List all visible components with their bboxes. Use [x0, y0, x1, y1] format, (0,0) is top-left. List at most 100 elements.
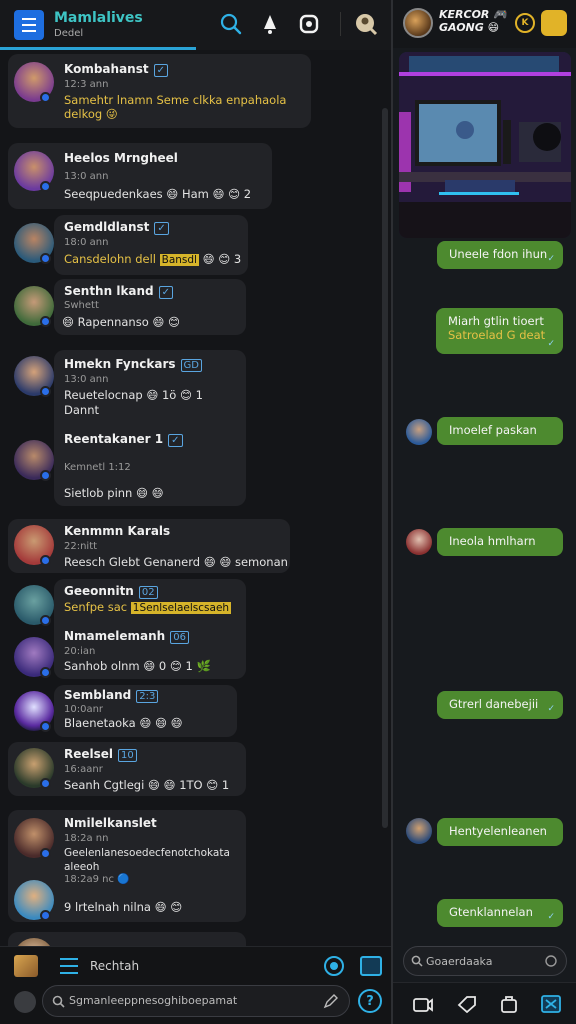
- chat-name: Heelos Mrngheel: [64, 151, 178, 165]
- chat-preview: Samehtr lnamn Seme clkka enpahaola: [64, 93, 287, 107]
- bottom-toolbar: [393, 982, 576, 1024]
- chat-preview: Blaenetaoka 😄 😄 😄: [64, 716, 183, 730]
- refresh-icon[interactable]: [544, 954, 558, 968]
- chat-name: Nmamelemanh 06: [64, 629, 189, 644]
- conversation-search-input[interactable]: Goaerdaaka: [403, 946, 567, 976]
- chat-name: Kenmmn Karals: [64, 524, 171, 538]
- chat-time: 22:nitt: [64, 541, 98, 552]
- divider: [340, 12, 341, 36]
- message-bubble-outgoing[interactable]: Gtrerl danebejii ✓: [437, 691, 563, 719]
- chat-name: Senthn lkand ✓: [64, 284, 174, 299]
- read-tick-icon: ✓: [547, 912, 555, 922]
- verified-badge-icon: [40, 181, 51, 192]
- chat-name: Gemdldlanst ✓: [64, 220, 169, 235]
- conversation-header: KERCOR 🎮 GAONG 😄 K: [393, 0, 576, 48]
- chat-preview: Senfpe sac 1Senlselaelscsaeh: [64, 600, 232, 614]
- menu-icon[interactable]: [14, 10, 44, 40]
- bag-icon[interactable]: [499, 995, 519, 1013]
- chat-time: 18:2a9 nc 🔵: [64, 874, 130, 885]
- chat-time: 18:0 ann: [64, 237, 109, 248]
- chat-preview: delkog 😜: [64, 107, 118, 121]
- pen-icon[interactable]: [323, 993, 339, 1009]
- chat-time: 13:0 ann: [64, 374, 109, 385]
- message-input[interactable]: Sgmanleeppnesoghiboepamat: [42, 985, 350, 1017]
- verified-badge-icon: [40, 92, 51, 103]
- settings-icon[interactable]: [541, 10, 567, 36]
- chat-name: Hmekn Fynckars GD: [64, 357, 202, 372]
- conversation-pane: KERCOR 🎮 GAONG 😄 K Uneele fdon ihun ✓ Miar…: [393, 0, 576, 1024]
- profile-icon[interactable]: [353, 11, 379, 37]
- composer: Rechtah Sgmanleeppnesoghiboepamat ?: [0, 946, 391, 1024]
- chat-preview: Dannt: [64, 403, 99, 417]
- chat-list: Kombahanst ✓ 12:3 ann Samehtr lnamn Seme …: [0, 50, 391, 946]
- sender-avatar: [406, 529, 432, 555]
- message-placeholder: Sgmanleeppnesoghiboepamat: [69, 994, 238, 1007]
- chat-preview: Reesch Glebt Genanerd 😄 😄 semonan: [64, 555, 288, 569]
- compose-icon[interactable]: [296, 11, 322, 37]
- verified-badge-icon: [40, 667, 51, 678]
- verified-badge-icon: [40, 386, 51, 397]
- app-title: Mamlalives: [54, 10, 143, 26]
- chat-preview: 😄 Rapennanso 😄 😊: [62, 315, 181, 329]
- camera-icon[interactable]: [413, 995, 433, 1013]
- emoji-icon[interactable]: [14, 991, 36, 1013]
- list-icon[interactable]: [60, 958, 78, 974]
- verified-badge-icon: [40, 721, 51, 732]
- chat-preview: Seanh Cgtlegi 😄 😄 1TO 😊 1: [64, 778, 230, 792]
- chat-preview: Geelenlanesoedecfenotchokata: [64, 847, 230, 859]
- read-tick-icon: ✓: [547, 339, 555, 349]
- read-tick-icon: ✓: [547, 704, 555, 714]
- chat-time: 13:0 ann: [64, 171, 109, 182]
- message-bubble-incoming[interactable]: Hentyelenleanen: [437, 818, 563, 846]
- verified-badge-icon: [40, 555, 51, 566]
- chat-name: Reelsel 10: [64, 747, 137, 762]
- grid-icon[interactable]: [541, 995, 561, 1013]
- shared-image[interactable]: [399, 52, 571, 238]
- chat-preview: Cansdelohn dell Bansdl 😄 😊 3: [64, 252, 242, 266]
- chat-time: Swhett: [64, 300, 99, 311]
- scrollbar[interactable]: [382, 108, 388, 828]
- verified-badge-icon: [40, 910, 51, 921]
- tag-icon[interactable]: [457, 995, 477, 1013]
- chat-time: 16:aanr: [64, 764, 103, 775]
- search-icon: [52, 995, 65, 1008]
- search-icon: [411, 955, 423, 967]
- search-placeholder: Goaerdaaka: [426, 955, 493, 968]
- conversation-title: KERCOR 🎮 GAONG 😄: [439, 8, 507, 34]
- message-bubble-outgoing[interactable]: Gtenklannelan ✓: [437, 899, 563, 927]
- chat-name: Geeonnitn 02: [64, 584, 158, 599]
- chat-name: Kombahanst ✓: [64, 62, 168, 77]
- attachment-thumbnail[interactable]: [14, 955, 38, 977]
- composer-label: Rechtah: [90, 959, 140, 973]
- sender-avatar: [406, 818, 432, 844]
- message-bubble-outgoing[interactable]: Uneele fdon ihun ✓: [437, 241, 563, 269]
- verified-badge-icon: [40, 848, 51, 859]
- read-tick-icon: ✓: [547, 254, 555, 264]
- chat-preview: Sietlob pinn 😄 😄: [64, 486, 164, 500]
- bell-icon[interactable]: [257, 11, 283, 37]
- chat-name: Reentakaner 1 ✓: [64, 432, 183, 447]
- chat-time: 12:3 ann: [64, 79, 109, 90]
- sync-icon[interactable]: [324, 956, 344, 976]
- chat-preview: Seeqpuedenkaes 😄 Ham 😄 😊 2: [64, 187, 252, 201]
- verified-badge-icon: [40, 778, 51, 789]
- chat-preview: aleeoh: [64, 861, 100, 873]
- image-icon[interactable]: [360, 956, 382, 976]
- message-bubble-outgoing[interactable]: Miarh gtlin tioert Satroelad G deat ✓: [436, 308, 563, 354]
- message-bubble-incoming[interactable]: Ineola hmlharn: [437, 528, 563, 556]
- search-icon[interactable]: [218, 11, 244, 37]
- chat-time: 18:2a nn: [64, 833, 109, 844]
- chat-name: Nmilelkanslet: [64, 816, 157, 830]
- chat-time: Kemnetl 1:12: [64, 462, 131, 473]
- verified-badge-icon: [40, 253, 51, 264]
- call-icon[interactable]: K: [515, 13, 535, 33]
- chat-preview: Reuetelocnap 😄 1ö 😊 1: [64, 388, 203, 402]
- conversation-avatar[interactable]: [403, 8, 433, 38]
- verified-badge-icon: [40, 470, 51, 481]
- chat-time: 10:0anr: [64, 704, 104, 715]
- message-bubble-incoming[interactable]: Imoelef paskan: [437, 417, 563, 445]
- help-button[interactable]: ?: [358, 989, 382, 1013]
- chat-preview: 9 lrtelnah nilna 😄 😊: [64, 900, 183, 914]
- chat-preview: Sanhob olnm 😄 0 😊 1 🌿: [64, 659, 211, 673]
- chat-time: 20:ian: [64, 646, 96, 657]
